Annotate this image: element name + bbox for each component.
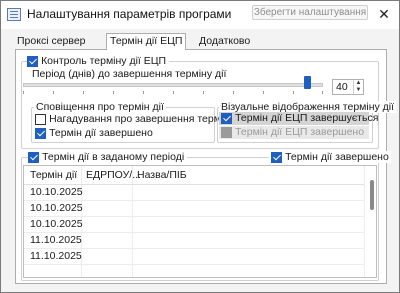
expired-visual-option: Термін дії ЕЦП завершено — [221, 126, 364, 138]
tab-proxy[interactable]: Проксі сервер — [14, 35, 89, 49]
column-header-name[interactable]: Назва/ПІБ — [137, 169, 187, 181]
close-button[interactable]: ✕ — [373, 4, 395, 24]
certificates-table[interactable]: Термін дії ЕДРПОУ/... Назва/ПІБ 10.10.20… — [23, 165, 377, 278]
expired-visual-checkbox — [221, 126, 232, 138]
slider-ticks — [23, 91, 323, 94]
reminder-option[interactable]: Нагадування про завершення терміну — [35, 113, 234, 125]
cert-control-legend: Контроль терміну дії ЕЦП — [27, 55, 170, 67]
column-header-edrpou[interactable]: ЕДРПОУ/... — [86, 169, 141, 181]
notification-group-title: Сповіщення про термін дії — [34, 101, 166, 113]
table-header: Термін дії ЕДРПОУ/... Назва/ПІБ — [24, 166, 364, 185]
spin-up-icon[interactable]: ▲ — [354, 80, 363, 87]
column-separator — [364, 166, 365, 277]
period-slider-track[interactable] — [23, 83, 323, 87]
expired-notify-checkbox[interactable] — [35, 127, 46, 139]
expiring-label: Термін дії ЕЦП завершується — [235, 112, 379, 124]
cert-control-checkbox[interactable] — [27, 55, 38, 67]
cell-validity: 10.10.2025 — [30, 218, 83, 230]
period-filter-checkbox[interactable] — [28, 151, 39, 163]
expired-notify-label: Термін дії завершено — [49, 127, 153, 139]
expiring-option[interactable]: Термін дії ЕЦП завершується — [221, 112, 378, 124]
period-value: 40 — [336, 81, 348, 93]
table-row[interactable]: 10.10.2025 — [24, 185, 364, 201]
cert-control-label: Контроль терміну дії ЕЦП — [41, 55, 167, 67]
table-row[interactable]: 11.10.2025 — [24, 249, 364, 265]
expired-visual-label: Термін дії ЕЦП завершено — [235, 126, 365, 138]
table-row[interactable]: 10.10.2025 — [24, 217, 364, 233]
expiring-checkbox[interactable] — [221, 112, 232, 124]
period-label: Період (днів) до завершення терміну дії — [32, 68, 227, 80]
spin-down-icon[interactable]: ▼ — [354, 87, 363, 94]
expired-filter-label: Термін дії завершено — [285, 151, 389, 163]
tab-cert-validity[interactable]: Термін дії ЕЦП — [106, 33, 187, 50]
table-row[interactable]: 10.10.2025 — [24, 201, 364, 217]
expired-filter-checkbox[interactable] — [271, 151, 282, 163]
reminder-checkbox[interactable] — [35, 113, 46, 125]
table-scrollbar[interactable] — [370, 180, 374, 210]
save-settings-button[interactable]: Зберегти налаштування — [252, 5, 368, 20]
cell-validity: 10.10.2025 — [30, 202, 83, 214]
settings-window: Налаштування параметрів програми ✕ Прокс… — [0, 0, 400, 293]
cell-validity: 11.10.2025 — [30, 250, 82, 262]
period-filter-label: Термін дії в заданому періоді — [42, 151, 185, 163]
spin-arrows[interactable]: ▲ ▼ — [353, 80, 363, 94]
table-row[interactable]: 11.10.2025 — [24, 233, 364, 249]
tab-additional[interactable]: Додатково — [196, 35, 253, 49]
app-icon — [7, 8, 21, 21]
cell-validity: 10.10.2025 — [30, 186, 83, 198]
reminder-label: Нагадування про завершення терміну — [49, 113, 235, 125]
period-filter-legend: Термін дії в заданому періоді — [28, 151, 188, 163]
column-header-validity[interactable]: Термін дії — [30, 169, 77, 181]
period-spinbox[interactable]: 40 ▲ ▼ — [332, 79, 364, 95]
period-slider-thumb[interactable] — [304, 76, 312, 89]
cell-validity: 11.10.2025 — [30, 234, 82, 246]
expired-notify-option[interactable]: Термін дії завершено — [35, 127, 153, 139]
window-title: Налаштування параметрів програми — [27, 7, 232, 21]
expired-filter-option[interactable]: Термін дії завершено — [269, 151, 391, 163]
